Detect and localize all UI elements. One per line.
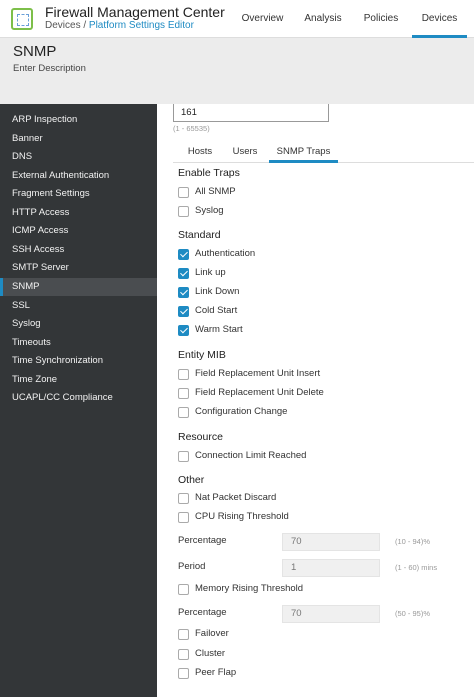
syslog-label: Syslog [195,205,224,216]
sidebar-item-time-synchronization[interactable]: Time Synchronization [0,352,157,370]
sidebar-item-ssh-access[interactable]: SSH Access [0,241,157,259]
nav-policies[interactable]: Policies [357,0,405,38]
warm-start-checkbox[interactable] [178,325,189,336]
snmp-port-input[interactable]: 161 [173,104,329,122]
fru-delete-label: Field Replacement Unit Delete [195,387,324,398]
page-header: SNMP Enter Description [0,38,474,104]
section-other: Other [178,474,205,486]
config-change-checkbox[interactable] [178,407,189,418]
breadcrumb: Devices / Platform Settings Editor [45,20,194,31]
section-entity-mib: Entity MIB [178,349,226,361]
sidebar-item-dns[interactable]: DNS [0,148,157,166]
section-standard: Standard [178,229,221,241]
snmp-main-panel: 161 (1 - 65535) Hosts Users SNMP Traps E… [157,104,474,697]
conn-limit-label: Connection Limit Reached [195,450,307,461]
top-bar: Firewall Management Center Devices / Pla… [0,0,474,38]
conn-limit-checkbox[interactable] [178,451,189,462]
nat-discard-checkbox[interactable] [178,493,189,504]
authentication-label: Authentication [195,248,256,259]
fru-insert-label: Field Replacement Unit Insert [195,368,321,379]
mem-percentage-input[interactable]: 70 [282,605,380,623]
sidebar-item-banner[interactable]: Banner [0,130,157,148]
cpu-rising-label: CPU Rising Threshold [195,511,289,522]
failover-checkbox[interactable] [178,629,189,640]
fmc-logo-icon[interactable] [11,8,33,30]
link-down-label: Link Down [195,286,240,297]
peer-flap-checkbox[interactable] [178,668,189,679]
nav-analysis[interactable]: Analysis [298,0,348,38]
warm-start-label: Warm Start [195,324,243,335]
cluster-label: Cluster [195,648,226,659]
app-title: Firewall Management Center [45,4,225,20]
section-enable-traps: Enable Traps [178,167,240,179]
tab-users[interactable]: Users [226,141,264,163]
breadcrumb-platform-settings-editor[interactable]: Platform Settings Editor [89,20,194,31]
mem-percentage-hint: (50 - 95)% [395,609,431,618]
fru-insert-checkbox[interactable] [178,369,189,380]
memory-rising-label: Memory Rising Threshold [195,583,304,594]
cpu-percentage-label: Percentage [178,535,227,546]
failover-label: Failover [195,628,229,639]
sidebar-item-http-access[interactable]: HTTP Access [0,204,157,222]
port-range-hint: (1 - 65535) [173,124,210,133]
config-change-label: Configuration Change [195,406,288,417]
cpu-percentage-hint: (10 - 94)% [395,537,431,546]
syslog-checkbox[interactable] [178,206,189,217]
page-description[interactable]: Enter Description [13,63,86,74]
sidebar-item-ucapl-cc-compliance[interactable]: UCAPL/CC Compliance [0,389,157,407]
cpu-rising-checkbox[interactable] [178,512,189,523]
sidebar-item-icmp-access[interactable]: ICMP Access [0,222,157,240]
nav-devices[interactable]: Devices [412,0,467,38]
period-label: Period [178,561,206,572]
authentication-checkbox[interactable] [178,249,189,260]
link-down-checkbox[interactable] [178,287,189,298]
sidebar-item-time-zone[interactable]: Time Zone [0,371,157,389]
snmp-tabs: Hosts Users SNMP Traps [173,141,474,163]
period-input[interactable]: 1 [282,559,380,577]
sidebar-item-timeouts[interactable]: Timeouts [0,334,157,352]
sidebar-item-external-authentication[interactable]: External Authentication [0,167,157,185]
nav-overview[interactable]: Overview [235,0,290,38]
breadcrumb-devices[interactable]: Devices / [45,20,89,31]
memory-rising-checkbox[interactable] [178,584,189,595]
sidebar-item-ssl[interactable]: SSL [0,297,157,315]
section-resource: Resource [178,431,223,443]
sidebar-item-smtp-server[interactable]: SMTP Server [0,259,157,277]
period-hint: (1 - 60) mins [395,563,438,572]
cluster-checkbox[interactable] [178,649,189,660]
sidebar: ARP Inspection Banner DNS External Authe… [0,104,157,697]
cold-start-checkbox[interactable] [178,306,189,317]
peer-flap-label: Peer Flap [195,667,237,678]
nat-discard-label: Nat Packet Discard [195,492,277,503]
sidebar-item-arp-inspection[interactable]: ARP Inspection [0,111,157,129]
fru-delete-checkbox[interactable] [178,388,189,399]
tab-snmp-traps[interactable]: SNMP Traps [269,141,338,163]
cold-start-label: Cold Start [195,305,238,316]
sidebar-item-snmp[interactable]: SNMP [0,278,157,296]
link-up-label: Link up [195,267,226,278]
link-up-checkbox[interactable] [178,268,189,279]
tab-hosts[interactable]: Hosts [181,141,219,163]
sidebar-item-fragment-settings[interactable]: Fragment Settings [0,185,157,203]
cpu-percentage-input[interactable]: 70 [282,533,380,551]
sidebar-item-syslog[interactable]: Syslog [0,315,157,333]
all-snmp-label: All SNMP [195,186,236,197]
mem-percentage-label: Percentage [178,607,227,618]
page-title: SNMP [13,43,57,60]
all-snmp-checkbox[interactable] [178,187,189,198]
